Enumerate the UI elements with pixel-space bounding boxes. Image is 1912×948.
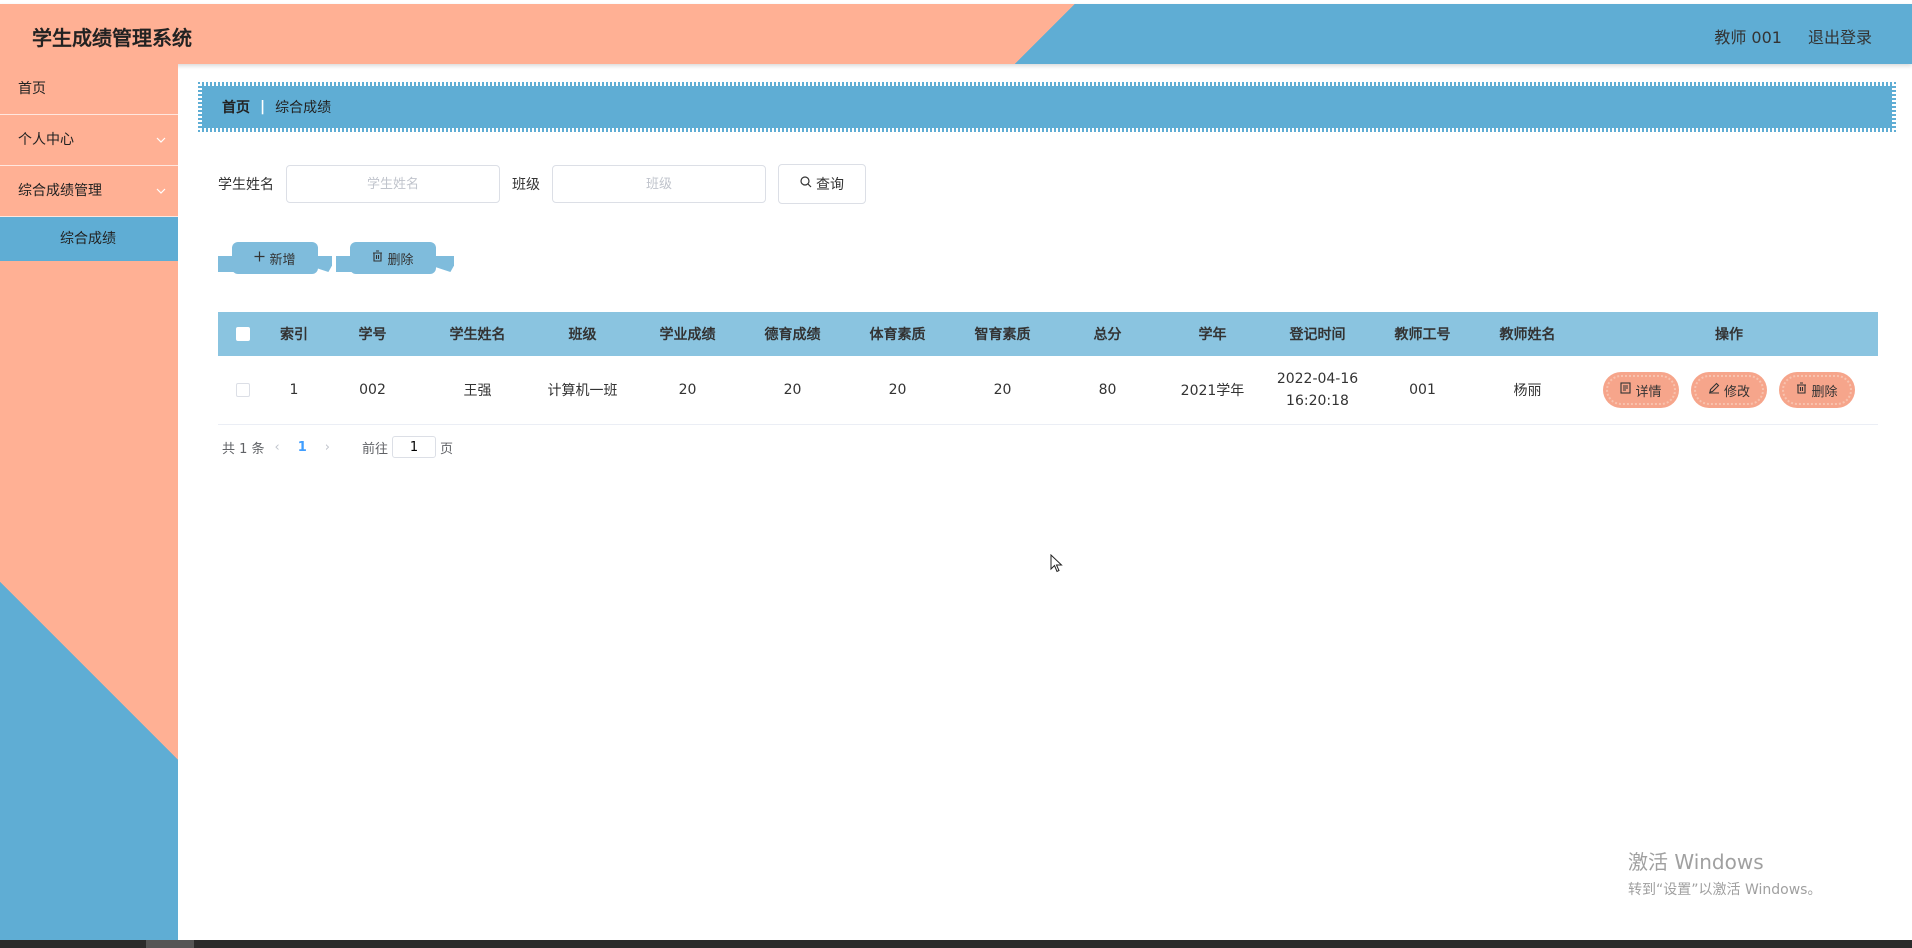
student-name-label: 学生姓名	[218, 177, 274, 193]
page-suffix: 页	[440, 441, 454, 457]
page-number[interactable]: 1	[298, 440, 307, 455]
row-select-cell	[218, 383, 268, 397]
column-header: 教师姓名	[1499, 327, 1556, 343]
current-user-label: 教师 001	[1714, 28, 1782, 47]
detail-button-label: 详情	[1635, 384, 1662, 400]
column-header: 教师工号	[1394, 327, 1451, 343]
ribbon-decoration	[436, 256, 454, 272]
column-header: 总分	[1093, 327, 1122, 343]
document-icon	[1620, 382, 1632, 398]
table-row: 1 002 王强 计算机一班 20 20 20 20 80 2021学年 202…	[218, 356, 1878, 425]
batch-delete-button[interactable]: 删除	[350, 242, 436, 274]
chevron-down-icon	[156, 166, 166, 216]
total-count: 共 1 条	[222, 441, 265, 457]
action-toolbar: 新增 删除	[218, 240, 458, 280]
trash-icon	[1796, 382, 1807, 398]
cell-sports-score: 20	[888, 382, 907, 398]
mouse-cursor-icon	[1050, 553, 1064, 578]
taskbar-strip	[0, 940, 1912, 948]
column-header: 智育素质	[974, 327, 1031, 343]
cell-total-score: 80	[1098, 382, 1117, 398]
goto-page-input[interactable]	[392, 436, 437, 458]
sidebar-subitem-comprehensive-score[interactable]: 综合成绩	[0, 217, 178, 261]
pagination: 共 1 条 ‹ 1 › 前往 页	[222, 436, 453, 458]
cell-index: 1	[289, 382, 299, 398]
cell-intellect-score: 20	[993, 382, 1012, 398]
cell-teacher-no: 001	[1409, 382, 1436, 398]
row-checkbox[interactable]	[236, 383, 250, 397]
logout-link[interactable]: 退出登录	[1808, 24, 1872, 48]
sidebar-subitem-label: 综合成绩	[60, 231, 116, 247]
cell-school-year: 2021学年	[1180, 383, 1245, 399]
cell-class: 计算机一班	[547, 383, 618, 399]
app-title: 学生成绩管理系统	[32, 26, 192, 50]
batch-delete-button-label: 删除	[387, 252, 414, 268]
header-user-area: 教师 001 退出登录	[1714, 24, 1872, 48]
sidebar-item-home[interactable]: 首页	[0, 64, 178, 115]
breadcrumb-home-link[interactable]: 首页	[222, 97, 250, 117]
breadcrumb: 首页 | 综合成绩	[198, 82, 1896, 132]
next-page-icon[interactable]: ›	[325, 440, 330, 455]
query-button[interactable]: 查询	[778, 164, 866, 204]
watermark-title: 激活 Windows	[1628, 850, 1764, 874]
add-button[interactable]: 新增	[232, 242, 318, 274]
column-header: 学号	[358, 327, 387, 343]
cell-academic-score: 20	[678, 382, 697, 398]
column-header: 索引	[280, 327, 308, 343]
edit-button-label: 修改	[1723, 384, 1750, 400]
column-header: 德育成绩	[764, 327, 821, 343]
edit-button[interactable]: 修改	[1691, 372, 1767, 408]
student-name-input[interactable]	[286, 165, 500, 203]
search-icon	[800, 176, 812, 192]
score-table: 索引 学号 学生姓名 班级 学业成绩 德育成绩 体育素质 智育素质 总分 学年 …	[218, 312, 1878, 425]
watermark-subtitle: 转到“设置”以激活 Windows。	[1628, 882, 1822, 898]
column-header: 学年	[1198, 327, 1227, 343]
sidebar-item-label: 个人中心	[18, 132, 74, 148]
select-all-cell	[218, 327, 268, 341]
pencil-icon	[1708, 382, 1720, 398]
breadcrumb-separator: |	[260, 99, 266, 115]
sidebar-item-label: 首页	[18, 81, 46, 97]
sidebar-item-score-management[interactable]: 综合成绩管理	[0, 166, 178, 217]
table-header-row: 索引 学号 学生姓名 班级 学业成绩 德育成绩 体育素质 智育素质 总分 学年 …	[218, 312, 1878, 356]
select-all-checkbox[interactable]	[236, 327, 250, 341]
column-header: 登记时间	[1289, 327, 1346, 343]
top-header: 学生成绩管理系统 教师 001 退出登录	[0, 4, 1912, 64]
windows-activation-watermark: 激活 Windows 转到“设置”以激活 Windows。	[1628, 846, 1821, 899]
sidebar-item-label: 综合成绩管理	[18, 183, 102, 199]
cell-student-no: 002	[359, 382, 386, 398]
breadcrumb-current: 综合成绩	[275, 100, 332, 116]
column-header: 班级	[568, 327, 597, 343]
register-date: 2022-04-16	[1276, 371, 1359, 387]
add-button-label: 新增	[269, 252, 296, 268]
delete-row-button-label: 删除	[1811, 384, 1838, 400]
register-clock: 16:20:18	[1286, 393, 1349, 409]
chevron-down-icon	[156, 115, 166, 165]
trash-icon	[372, 250, 383, 266]
cell-student-name: 王强	[463, 383, 492, 399]
cell-teacher-name: 杨丽	[1513, 383, 1542, 399]
class-label: 班级	[512, 177, 540, 193]
cell-register-time: 2022-04-16 16:20:18	[1265, 368, 1370, 412]
column-header: 体育素质	[869, 327, 926, 343]
sidebar-item-personal-center[interactable]: 个人中心	[0, 115, 178, 166]
search-form: 学生姓名 班级 查询	[218, 164, 866, 204]
taskbar-segment	[146, 940, 194, 948]
sidebar: 首页 个人中心 综合成绩管理 综合成绩	[0, 64, 178, 940]
class-input[interactable]	[552, 165, 766, 203]
plus-icon	[254, 251, 265, 266]
column-header: 学生姓名	[449, 327, 506, 343]
delete-row-button[interactable]: 删除	[1779, 372, 1855, 408]
cell-moral-score: 20	[783, 382, 802, 398]
goto-label: 前往	[362, 441, 389, 457]
detail-button[interactable]: 详情	[1603, 372, 1679, 408]
prev-page-icon[interactable]: ‹	[275, 440, 280, 455]
column-header: 操作	[1715, 327, 1743, 343]
query-button-label: 查询	[816, 177, 844, 193]
cell-operations: 详情 修改 删除	[1580, 372, 1878, 408]
column-header: 学业成绩	[659, 327, 716, 343]
